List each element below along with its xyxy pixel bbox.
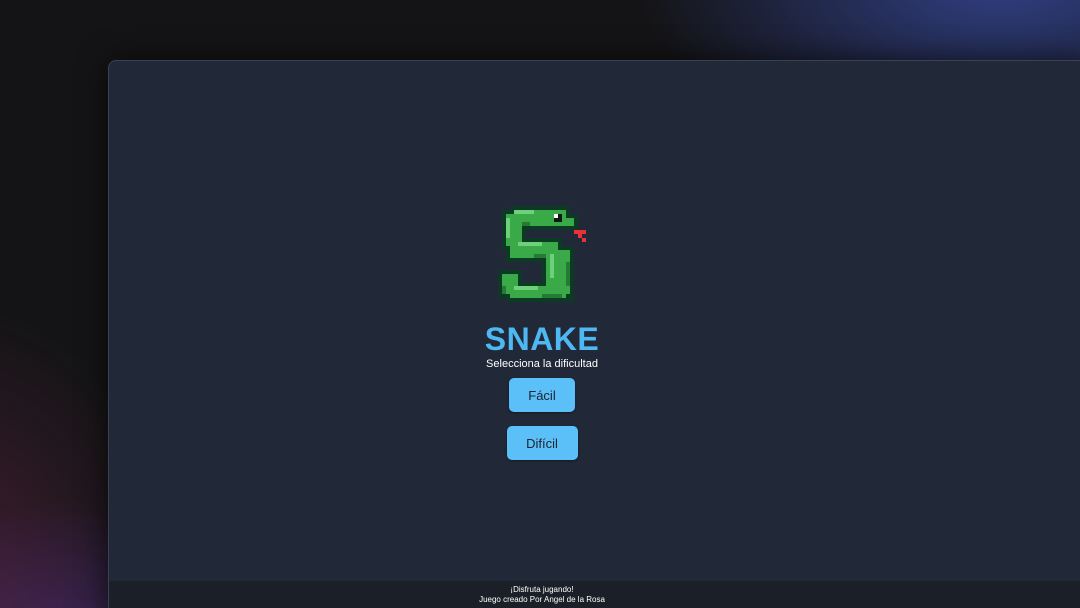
game-window: SNAKE Selecciona la dificultad Fácil Dif… [108, 60, 1080, 608]
footer-text: ¡Disfruta jugando! Juego creado Por Ange… [109, 585, 975, 605]
footer-credit: Juego creado Por Angel de la Rosa [479, 595, 605, 604]
footer: ¡Disfruta jugando! Juego creado Por Ange… [109, 581, 1080, 608]
easy-difficulty-button[interactable]: Fácil [509, 378, 575, 412]
start-menu: SNAKE Selecciona la dificultad Fácil Dif… [109, 61, 975, 581]
footer-message: ¡Disfruta jugando! [510, 585, 574, 594]
difficulty-prompt: Selecciona la dificultad [486, 358, 598, 370]
game-title: SNAKE [484, 321, 600, 357]
snake-logo-icon [498, 206, 586, 302]
hard-difficulty-button[interactable]: Difícil [506, 426, 578, 460]
